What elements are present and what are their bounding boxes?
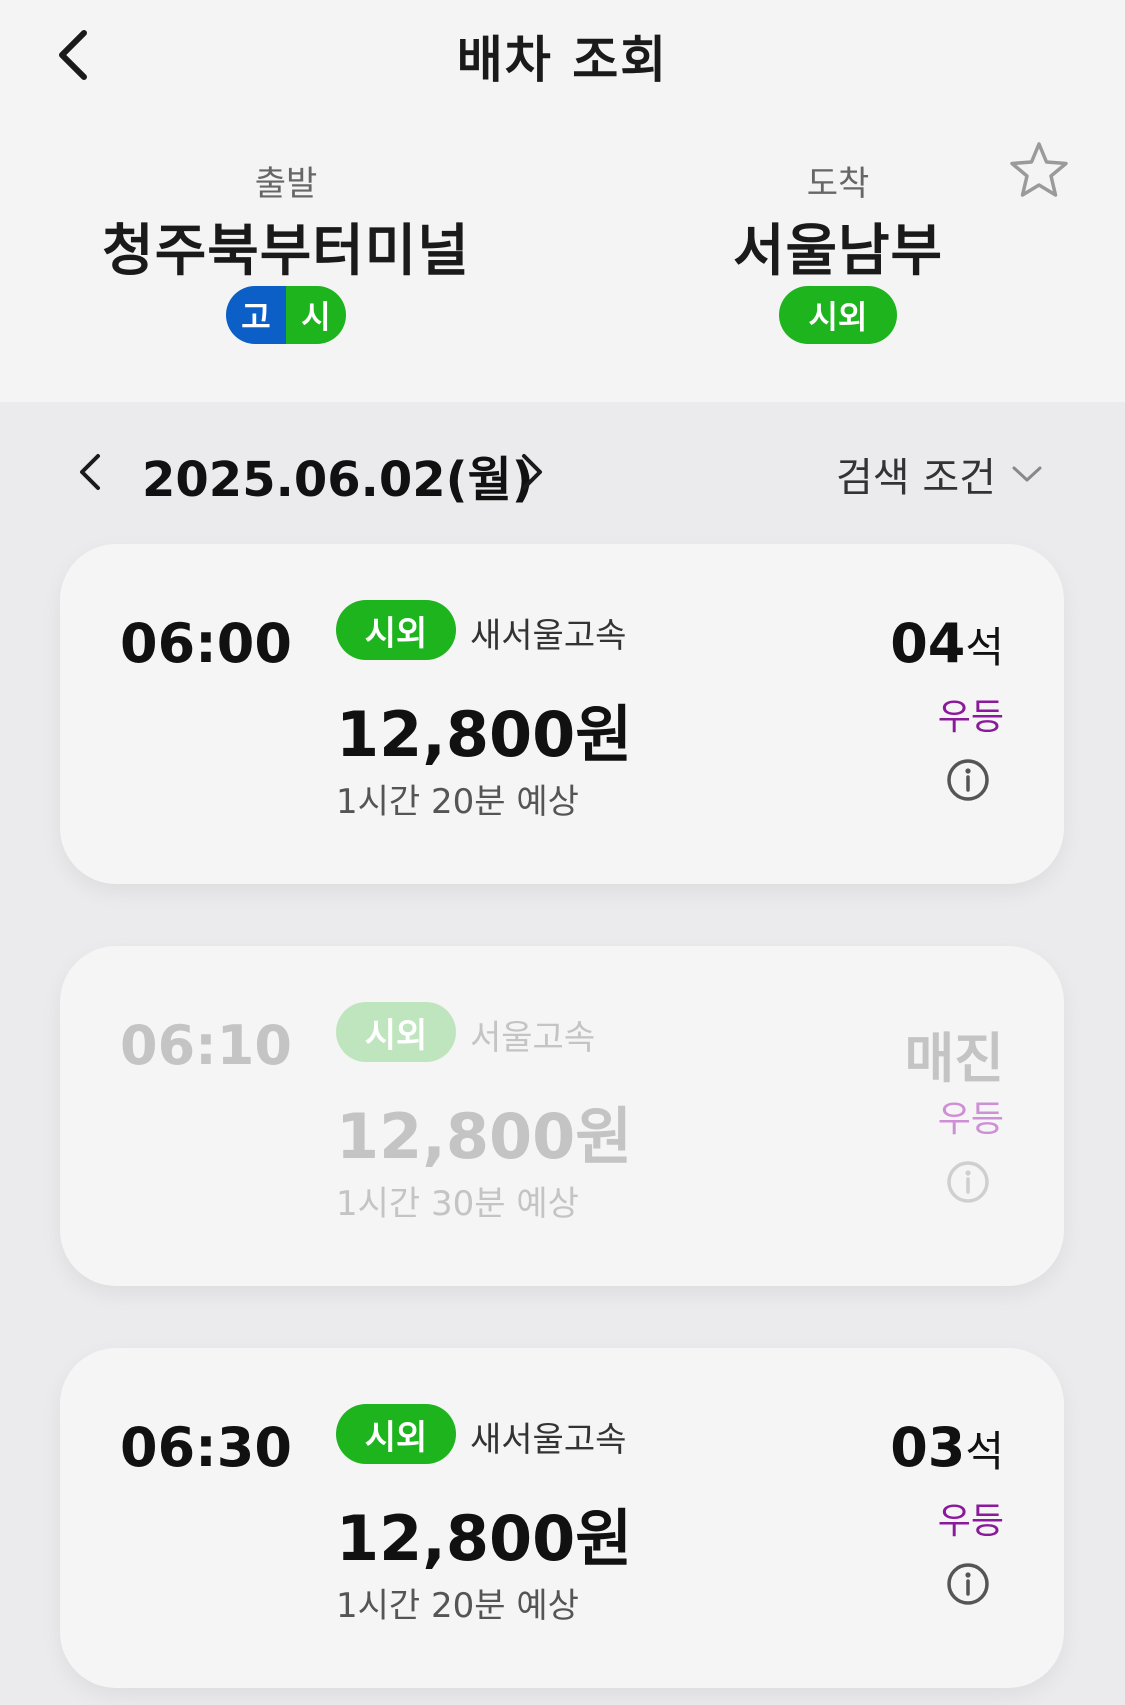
sold-out-label: 매진 xyxy=(904,1027,1004,1090)
info-icon[interactable] xyxy=(944,1158,992,1206)
seat-count: 04 xyxy=(890,612,966,675)
app-header: 배차 조회 xyxy=(0,0,1125,112)
departure-time: 06:00 xyxy=(120,612,292,675)
bus-company: 서울고속 xyxy=(470,1018,596,1058)
departure-type-badge: 고 시 xyxy=(226,286,346,344)
intercity-badge: 시 xyxy=(286,286,346,344)
seat-grade: 우등 xyxy=(937,1501,1004,1542)
express-badge: 고 xyxy=(226,286,286,344)
route-summary: 출발 청주북부터미널 고 시 도착 서울남부 시외 xyxy=(0,112,1125,402)
travel-duration: 1시간 30분 예상 xyxy=(336,1184,579,1224)
favorite-button[interactable] xyxy=(1008,140,1078,210)
selected-date[interactable]: 2025.06.02(월) xyxy=(142,440,534,510)
departure-time: 06:30 xyxy=(120,1416,292,1479)
bus-type-badge: 시외 xyxy=(336,1404,456,1464)
arrival-station[interactable]: 도착 서울남부 시외 xyxy=(638,112,1038,344)
bus-type-badge: 시외 xyxy=(336,1002,456,1062)
seat-count: 03 xyxy=(890,1416,966,1479)
arrival-name: 서울남부 xyxy=(732,219,944,284)
seat-unit: 석 xyxy=(965,623,1004,672)
bus-type-badge: 시외 xyxy=(336,600,456,660)
page-title: 배차 조회 xyxy=(456,31,669,89)
schedule-card[interactable]: 06:00 시외 새서울고속 12,800원 1시간 20분 예상 04석 우등 xyxy=(60,544,1064,884)
search-filter-button[interactable]: 검색 조건 xyxy=(836,444,1044,504)
remaining-seats: 매진 xyxy=(905,1014,1004,1093)
departure-station[interactable]: 출발 청주북부터미널 고 시 xyxy=(86,112,486,344)
travel-duration: 1시간 20분 예상 xyxy=(336,782,579,822)
fare: 12,800원 xyxy=(336,698,633,771)
fare: 12,800원 xyxy=(336,1100,633,1173)
chevron-left-icon xyxy=(80,454,100,490)
remaining-seats: 03석 xyxy=(890,1416,1004,1479)
bus-company: 새서울고속 xyxy=(470,616,627,656)
schedule-list-area: 2025.06.02(월) 검색 조건 06:00 시외 새서울고속 12,80… xyxy=(0,402,1125,1705)
seat-grade: 우등 xyxy=(937,697,1004,738)
departure-label: 출발 xyxy=(254,164,318,204)
info-icon[interactable] xyxy=(944,1560,992,1608)
departure-name: 청주북부터미널 xyxy=(102,219,470,284)
chevron-down-icon xyxy=(1012,466,1042,482)
chevron-right-icon xyxy=(522,454,542,490)
info-icon[interactable] xyxy=(944,756,992,804)
date-selector: 2025.06.02(월) 검색 조건 xyxy=(0,402,1125,542)
remaining-seats: 04석 xyxy=(890,612,1004,675)
travel-duration: 1시간 20분 예상 xyxy=(336,1586,579,1626)
previous-date-button[interactable] xyxy=(70,442,120,502)
departure-time: 06:10 xyxy=(120,1014,292,1077)
fare: 12,800원 xyxy=(336,1502,633,1575)
schedule-card[interactable]: 06:10 시외 서울고속 12,800원 1시간 30분 예상 매진 우등 xyxy=(60,946,1064,1286)
search-filter-label: 검색 조건 xyxy=(836,455,996,501)
arrival-label: 도착 xyxy=(806,164,870,204)
next-date-button[interactable] xyxy=(512,442,562,502)
arrival-type-badge: 시외 xyxy=(778,286,898,344)
seat-grade: 우등 xyxy=(937,1099,1004,1140)
seat-unit: 석 xyxy=(965,1427,1004,1476)
schedule-card[interactable]: 06:30 시외 새서울고속 12,800원 1시간 20분 예상 03석 우등 xyxy=(60,1348,1064,1688)
star-icon xyxy=(1010,142,1068,197)
bus-company: 새서울고속 xyxy=(470,1420,627,1460)
